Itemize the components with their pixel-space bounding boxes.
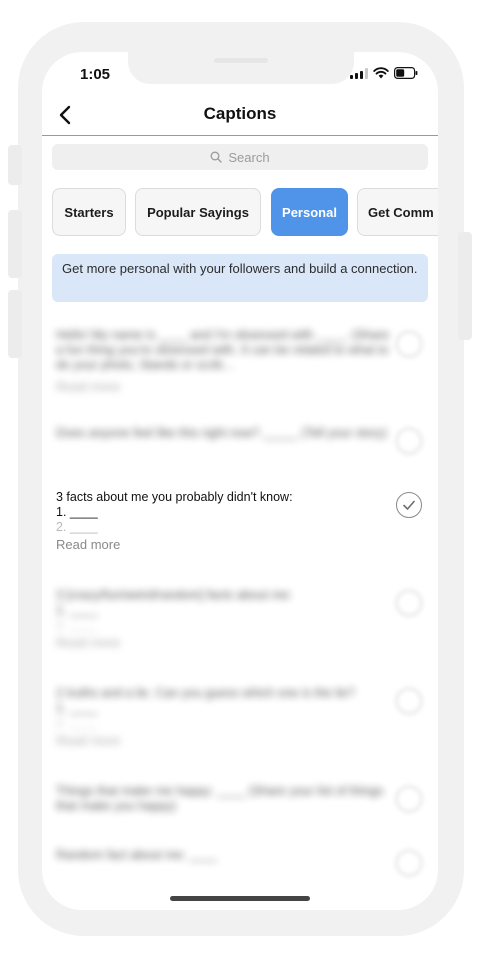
caption-text: Random fact about me: ____ <box>56 848 218 862</box>
app-screen: 1:05 Captions Search Starters Popular Sa… <box>42 52 438 910</box>
page-title: Captions <box>203 104 277 123</box>
category-tabs: Starters Popular Sayings Personal Get Co… <box>52 188 438 236</box>
signal-icon <box>350 67 368 79</box>
select-check-icon[interactable] <box>396 688 422 714</box>
battery-icon <box>394 67 418 79</box>
read-more-link[interactable]: Read more <box>56 733 392 748</box>
read-more-link[interactable]: Read more <box>56 537 392 552</box>
notch <box>128 52 354 84</box>
select-check-icon[interactable] <box>396 428 422 454</box>
caption-line-faded: 2. ____ <box>56 716 98 730</box>
caption-item[interactable]: Hello! My name is ____ and I'm obsessed … <box>56 328 392 394</box>
caption-text: Things that make me happy: ____ (Share y… <box>56 784 384 813</box>
info-banner: Get more personal with your followers an… <box>52 254 428 302</box>
select-check-icon[interactable] <box>396 331 422 357</box>
status-time: 1:05 <box>80 66 111 83</box>
select-check-icon[interactable] <box>396 786 422 812</box>
caption-item[interactable]: Things that make me happy: ____ (Share y… <box>56 784 392 814</box>
tab-personal[interactable]: Personal <box>271 188 348 236</box>
caption-line: 1. ____ <box>56 505 98 519</box>
caption-text: 3 facts about me you probably didn't kno… <box>56 490 293 504</box>
status-icons <box>350 67 418 79</box>
select-check-icon[interactable] <box>396 850 422 876</box>
caption-item[interactable]: Random fact about me: ____ <box>56 848 392 863</box>
caption-text: 3 [crazy/fun/weird/random] facts about m… <box>56 588 293 602</box>
volume-up-button <box>8 210 22 278</box>
select-check-icon[interactable] <box>396 590 422 616</box>
tab-popular-sayings[interactable]: Popular Sayings <box>135 188 261 236</box>
caption-text: Hello! My name is ____ and I'm obsessed … <box>56 328 390 372</box>
search-input[interactable]: Search <box>52 144 428 170</box>
caption-line: 1. ____ <box>56 701 98 715</box>
caption-text: Does anyone feel like this right now? __… <box>56 426 387 440</box>
checkmark-icon <box>403 500 415 510</box>
search-placeholder: Search <box>228 149 270 165</box>
caption-line-faded: 2. ____ <box>56 618 98 632</box>
caption-line: 1. ____ <box>56 603 98 617</box>
power-button <box>458 232 472 340</box>
caption-item[interactable]: Does anyone feel like this right now? __… <box>56 426 392 441</box>
caption-text: 2 truths and a lie. Can you guess which … <box>56 686 355 700</box>
read-more-link[interactable]: Read more <box>56 379 392 394</box>
caption-item[interactable]: 2 truths and a lie. Can you guess which … <box>56 686 392 748</box>
caption-line-faded: 2. ____ <box>56 520 98 534</box>
caption-item[interactable]: 3 [crazy/fun/weird/random] facts about m… <box>56 588 392 650</box>
tab-starters[interactable]: Starters <box>52 188 126 236</box>
navigation-bar: Captions <box>42 96 438 136</box>
speaker-grille <box>214 58 268 63</box>
select-check-icon[interactable] <box>396 492 422 518</box>
caption-item[interactable]: 3 facts about me you probably didn't kno… <box>56 490 392 552</box>
home-indicator[interactable] <box>170 896 310 901</box>
mute-switch <box>8 145 22 185</box>
read-more-link[interactable]: Read more <box>56 635 392 650</box>
volume-down-button <box>8 290 22 358</box>
wifi-icon <box>373 67 389 79</box>
tab-get-comments[interactable]: Get Comm <box>357 188 438 236</box>
search-icon <box>210 151 223 163</box>
